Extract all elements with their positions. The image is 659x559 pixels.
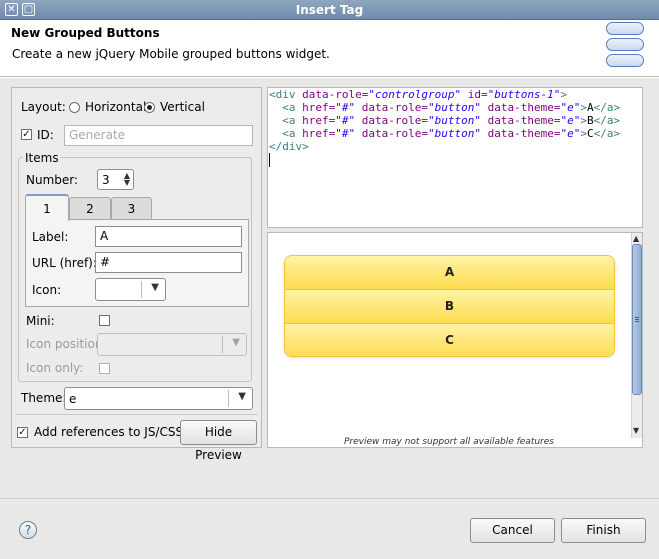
finish-button[interactable]: Finish — [561, 518, 646, 543]
dialog-header: New Grouped Buttons Create a new jQuery … — [0, 20, 659, 77]
chevron-down-icon[interactable]: ▼ — [151, 282, 159, 293]
layout-label: Layout: — [21, 100, 66, 114]
help-icon[interactable]: ? — [19, 521, 37, 539]
hide-preview-button[interactable]: Hide Preview — [180, 420, 257, 462]
theme-select[interactable]: e ▼ — [64, 387, 253, 410]
item-label-input[interactable]: A — [95, 226, 242, 247]
text-caret — [269, 153, 270, 167]
preview-button-a[interactable]: A — [285, 256, 614, 290]
stepper-arrows-icon[interactable]: ▲ ▼ — [124, 172, 130, 187]
layout-vertical-label[interactable]: Vertical — [160, 100, 205, 114]
number-value: 3 — [102, 173, 110, 187]
code-line: <a href="#" data-role="button" data-them… — [269, 114, 621, 127]
icon-only-label: Icon only: — [26, 361, 84, 375]
preview-note: Preview may not support all available fe… — [344, 437, 554, 447]
add-references-checkbox[interactable]: ✓ — [17, 427, 28, 438]
grouped-buttons-banner-icon — [606, 38, 644, 51]
item-tab-2[interactable]: 2 — [69, 197, 111, 220]
mini-checkbox[interactable] — [99, 315, 110, 326]
item-tab-1[interactable]: 1 — [25, 194, 69, 221]
code-line: </div> — [269, 140, 309, 153]
url-field-label: URL (href): — [32, 256, 97, 270]
header-divider — [0, 77, 659, 78]
form-separator — [16, 414, 258, 415]
id-checkbox[interactable]: ✓ — [21, 129, 32, 140]
icon-only-checkbox[interactable] — [99, 363, 110, 374]
layout-vertical-radio[interactable] — [144, 102, 155, 113]
preview-button-c[interactable]: C — [285, 324, 614, 356]
theme-label: Theme: — [21, 391, 67, 405]
label-field-label: Label: — [32, 230, 69, 244]
grouped-buttons-banner-icon — [606, 54, 644, 67]
preview-button-b[interactable]: B — [285, 290, 614, 324]
scroll-down-icon[interactable]: ▼ — [633, 426, 639, 435]
layout-horizontal-label[interactable]: Horizontal — [85, 100, 146, 114]
code-line: <a href="#" data-role="button" data-them… — [269, 127, 621, 140]
grouped-buttons-banner-icon — [606, 22, 644, 35]
window-title: Insert Tag — [295, 3, 364, 17]
preview-button-group: A B C — [284, 255, 615, 357]
item-url-input[interactable]: # — [95, 252, 242, 273]
dialog-title: New Grouped Buttons — [11, 26, 160, 40]
window-titlebar: ✕ ▢ Insert Tag — [0, 0, 659, 20]
chevron-down-icon[interactable]: ▼ — [238, 391, 246, 402]
mini-label: Mini: — [26, 314, 55, 328]
add-references-label[interactable]: Add references to JS/CSS — [34, 425, 183, 439]
icon-field-label: Icon: — [32, 283, 62, 297]
chevron-down-icon[interactable]: ▼ — [232, 337, 240, 348]
id-label: ID: — [37, 128, 54, 142]
footer-separator — [0, 498, 659, 499]
icon-position-label: Icon position: — [26, 337, 107, 351]
code-line: <a href="#" data-role="button" data-them… — [269, 101, 621, 114]
code-preview[interactable]: <div data-role="controlgroup" id="button… — [267, 87, 643, 228]
cancel-button[interactable]: Cancel — [470, 518, 555, 543]
code-line: <div data-role="controlgroup" id="button… — [269, 88, 568, 101]
theme-value: e — [69, 392, 77, 406]
number-label: Number: — [26, 173, 79, 187]
dialog-description: Create a new jQuery Mobile grouped butto… — [12, 47, 330, 61]
items-group-label: Items — [23, 151, 61, 165]
id-input[interactable]: Generate — [64, 125, 253, 146]
layout-horizontal-radio[interactable] — [69, 102, 80, 113]
number-stepper[interactable]: 3 ▲ ▼ — [97, 169, 134, 190]
scroll-up-icon[interactable]: ▲ — [633, 234, 639, 243]
icon-select[interactable]: ▼ — [95, 278, 166, 301]
item-tab-3[interactable]: 3 — [111, 197, 152, 220]
icon-position-select[interactable]: ▼ — [97, 333, 247, 356]
